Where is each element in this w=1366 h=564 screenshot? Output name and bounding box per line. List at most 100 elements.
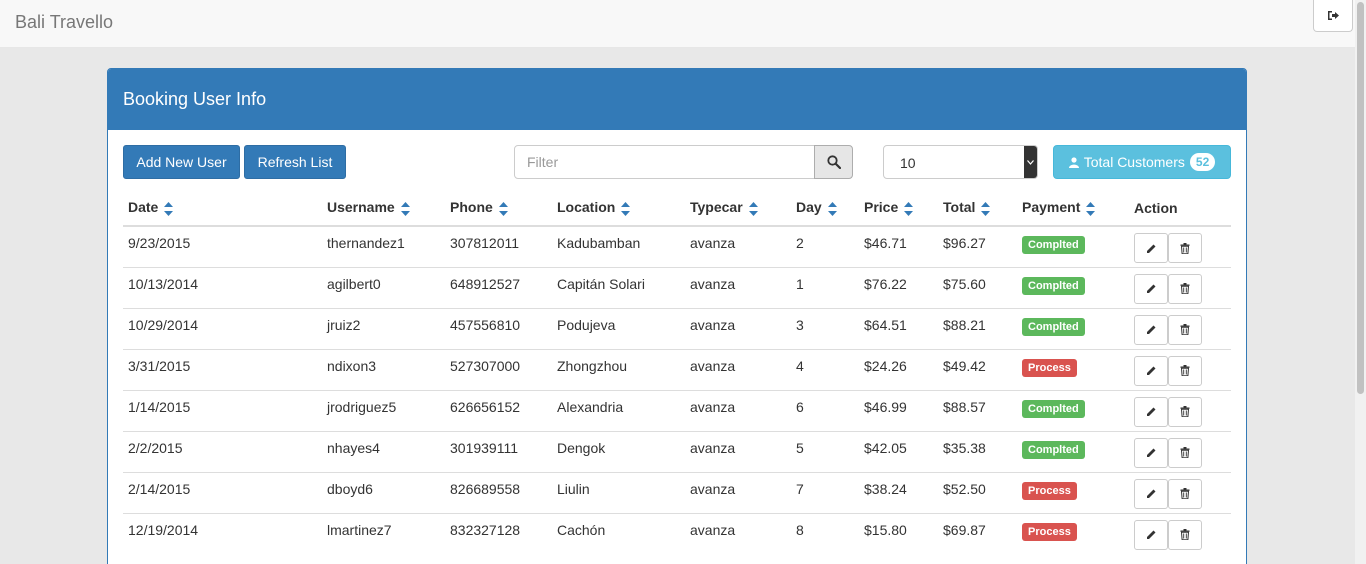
- cell-username: agilbert0: [322, 266, 445, 308]
- trash-icon: [1180, 283, 1190, 294]
- sort-icon[interactable]: [904, 201, 914, 216]
- sort-icon[interactable]: [827, 201, 837, 216]
- total-customers-button[interactable]: Total Customers 52: [1053, 145, 1231, 179]
- column-header-label: Total: [943, 199, 976, 216]
- cell-price: $24.26: [859, 348, 938, 390]
- filter-input[interactable]: [514, 145, 815, 179]
- sort-icon[interactable]: [400, 201, 410, 216]
- edit-button[interactable]: [1134, 273, 1168, 304]
- sort-icon[interactable]: [748, 201, 758, 216]
- pencil-icon: [1146, 447, 1157, 458]
- cell-action: [1129, 512, 1231, 554]
- column-header[interactable]: Username: [322, 190, 445, 227]
- edit-button[interactable]: [1134, 314, 1168, 345]
- column-header[interactable]: Location: [552, 190, 685, 227]
- cell-total: $69.87: [938, 512, 1017, 554]
- cell-typecar: avanza: [685, 307, 791, 349]
- cell-username: ndixon3: [322, 348, 445, 390]
- trash-icon: [1180, 488, 1190, 499]
- edit-button[interactable]: [1134, 478, 1168, 509]
- add-new-user-button[interactable]: Add New User: [123, 145, 240, 179]
- cell-username: jrodriguez5: [322, 389, 445, 431]
- cell-day: 2: [791, 225, 859, 267]
- delete-button[interactable]: [1168, 478, 1202, 509]
- brand-title[interactable]: Bali Travello: [15, 12, 113, 33]
- trash-icon: [1180, 447, 1190, 458]
- cell-payment: Complted: [1017, 266, 1129, 308]
- pencil-icon: [1146, 406, 1157, 417]
- search-button[interactable]: [814, 145, 853, 179]
- cell-username: nhayes4: [322, 430, 445, 472]
- column-header[interactable]: Price: [859, 190, 938, 227]
- page-size-select[interactable]: 10: [883, 145, 1038, 179]
- cell-typecar: avanza: [685, 389, 791, 431]
- booking-panel: Booking User Info Add New User Refresh L…: [107, 68, 1247, 564]
- delete-button[interactable]: [1168, 233, 1202, 263]
- table-row: 1/14/2015 jrodriguez5 626656152 Alexandria a…: [123, 389, 1231, 431]
- edit-button[interactable]: [1134, 355, 1168, 386]
- cell-phone: 527307000: [445, 348, 552, 390]
- sign-out-icon: [1328, 11, 1339, 20]
- pencil-icon: [1146, 488, 1157, 499]
- cell-date: 9/23/2015: [123, 225, 322, 267]
- page-scrollbar[interactable]: [1355, 0, 1366, 564]
- column-header-label: Price: [864, 199, 899, 216]
- edit-button[interactable]: [1134, 437, 1168, 468]
- cell-username: jruiz2: [322, 307, 445, 349]
- delete-button[interactable]: [1168, 519, 1202, 550]
- column-header-label: Username: [327, 199, 395, 216]
- trash-icon: [1180, 365, 1190, 376]
- refresh-list-button[interactable]: Refresh List: [244, 145, 346, 179]
- panel-heading: Booking User Info: [108, 69, 1246, 130]
- column-header[interactable]: Total: [938, 190, 1017, 227]
- sort-icon[interactable]: [1086, 201, 1096, 216]
- cell-action: [1129, 389, 1231, 431]
- sort-icon[interactable]: [164, 201, 174, 216]
- top-navbar: Bali Travello: [0, 0, 1366, 48]
- sort-icon[interactable]: [981, 201, 991, 216]
- payment-status-badge: Complted: [1022, 399, 1085, 418]
- cell-payment: Process: [1017, 471, 1129, 513]
- column-header-label: Typecar: [690, 199, 743, 216]
- logout-button[interactable]: [1313, 0, 1353, 32]
- column-header[interactable]: Payment: [1017, 190, 1129, 227]
- edit-button[interactable]: [1134, 396, 1168, 427]
- search-icon: [826, 155, 841, 169]
- column-header[interactable]: Day: [791, 190, 859, 227]
- table-row: 10/29/2014 jruiz2 457556810 Podujeva avanza 3…: [123, 307, 1231, 349]
- table-row: 12/19/2014 lmartinez7 832327128 Cachón avanz…: [123, 512, 1231, 554]
- action-button-group: [1134, 519, 1202, 550]
- column-header[interactable]: Phone: [445, 190, 552, 227]
- delete-button[interactable]: [1168, 273, 1202, 304]
- edit-button[interactable]: [1134, 519, 1168, 550]
- sort-icon[interactable]: [621, 201, 631, 216]
- pencil-icon: [1146, 529, 1157, 540]
- cell-total: $52.50: [938, 471, 1017, 513]
- column-header[interactable]: Typecar: [685, 190, 791, 227]
- payment-status-badge: Process: [1022, 358, 1077, 377]
- cell-total: $88.21: [938, 307, 1017, 349]
- total-customers-badge: 52: [1189, 153, 1216, 171]
- delete-button[interactable]: [1168, 396, 1202, 427]
- pencil-icon: [1146, 243, 1157, 254]
- cell-phone: 648912527: [445, 266, 552, 308]
- sort-icon[interactable]: [498, 201, 508, 216]
- column-header[interactable]: Date: [123, 190, 322, 227]
- cell-total: $49.42: [938, 348, 1017, 390]
- cell-action: [1129, 266, 1231, 308]
- cell-price: $46.71: [859, 225, 938, 267]
- delete-button[interactable]: [1168, 355, 1202, 386]
- cell-date: 10/29/2014: [123, 307, 322, 349]
- scrollbar-thumb[interactable]: [1357, 2, 1364, 394]
- edit-button[interactable]: [1134, 233, 1168, 263]
- cell-payment: Complted: [1017, 430, 1129, 472]
- cell-day: 5: [791, 430, 859, 472]
- cell-price: $15.80: [859, 512, 938, 554]
- table-row: 10/13/2014 agilbert0 648912527 Capitán Sola…: [123, 266, 1231, 308]
- delete-button[interactable]: [1168, 314, 1202, 345]
- cell-price: $42.05: [859, 430, 938, 472]
- delete-button[interactable]: [1168, 437, 1202, 468]
- cell-location: Alexandria: [552, 389, 685, 431]
- pencil-icon: [1146, 324, 1157, 335]
- cell-phone: 307812011: [445, 225, 552, 267]
